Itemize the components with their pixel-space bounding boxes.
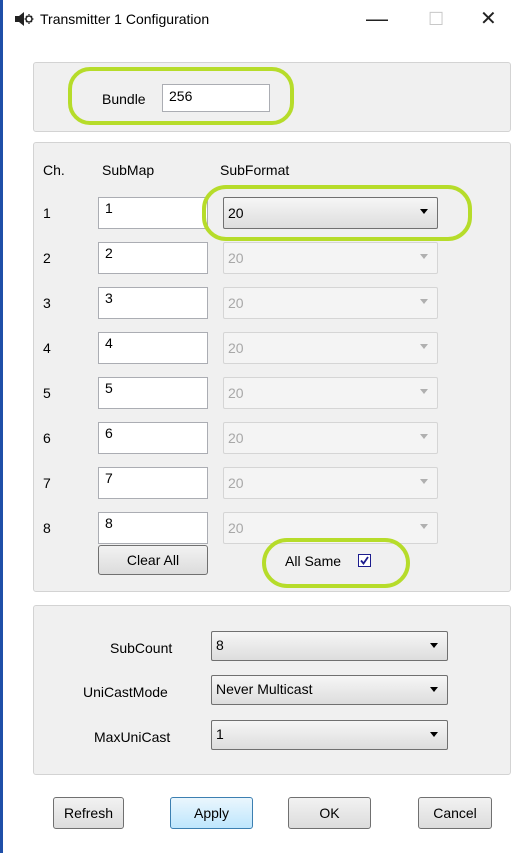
chevron-down-icon (420, 434, 428, 439)
channel-number: 8 (43, 520, 51, 536)
minimize-button[interactable]: — (366, 8, 388, 30)
channel-number: 4 (43, 340, 51, 356)
maximize-button[interactable]: ☐ (428, 8, 444, 30)
subformat-value: 20 (228, 520, 244, 536)
unicast-mode-label: UniCastMode (83, 684, 168, 700)
bundle-input[interactable]: 256 (162, 84, 270, 112)
max-unicast-label: MaxUniCast (94, 729, 171, 745)
subformat-combo[interactable]: 20 (223, 467, 438, 499)
ok-button[interactable]: OK (288, 797, 371, 829)
unicast-mode-combo[interactable]: Never Multicast (211, 675, 448, 705)
apply-button[interactable]: Apply (170, 797, 253, 829)
submap-input[interactable]: 6 (98, 422, 208, 454)
cancel-button[interactable]: Cancel (418, 797, 492, 829)
submap-input[interactable]: 2 (98, 242, 208, 274)
max-unicast-combo[interactable]: 1 (211, 720, 448, 750)
submap-input[interactable]: 8 (98, 512, 208, 544)
subformat-value: 20 (228, 385, 244, 401)
chevron-down-icon (420, 344, 428, 349)
bundle-label: Bundle (102, 91, 146, 107)
ch-header: Ch. (43, 162, 65, 178)
submap-header: SubMap (102, 162, 155, 178)
submap-input[interactable]: 5 (98, 377, 208, 409)
window-title: Transmitter 1 Configuration (40, 11, 210, 27)
channel-number: 3 (43, 295, 51, 311)
subformat-combo[interactable]: 20 (223, 197, 438, 229)
subformat-value: 20 (228, 295, 244, 311)
chevron-down-icon (420, 299, 428, 304)
channel-number: 7 (43, 475, 51, 491)
checkmark-icon (360, 556, 369, 565)
app-speaker-icon (14, 10, 34, 28)
max-unicast-value: 1 (216, 726, 224, 742)
submap-input[interactable]: 3 (98, 287, 208, 319)
subcount-combo[interactable]: 8 (211, 631, 448, 661)
submap-input[interactable]: 4 (98, 332, 208, 364)
submap-input[interactable]: 7 (98, 467, 208, 499)
subformat-combo[interactable]: 20 (223, 512, 438, 544)
subformat-combo[interactable]: 20 (223, 242, 438, 274)
clear-all-button[interactable]: Clear All (98, 545, 208, 575)
subcount-value: 8 (216, 637, 224, 653)
unicast-mode-value: Never Multicast (216, 681, 313, 697)
chevron-down-icon (420, 209, 428, 214)
all-same-checkbox[interactable] (358, 554, 371, 567)
chevron-down-icon (420, 479, 428, 484)
close-button[interactable]: ✕ (480, 8, 497, 30)
chevron-down-icon (430, 687, 438, 692)
subformat-value: 20 (228, 205, 244, 221)
chevron-down-icon (430, 643, 438, 648)
subformat-value: 20 (228, 430, 244, 446)
all-same-label: All Same (285, 553, 342, 569)
window-left-edge (0, 0, 3, 853)
channel-number: 5 (43, 385, 51, 401)
subformat-combo[interactable]: 20 (223, 287, 438, 319)
chevron-down-icon (420, 524, 428, 529)
subcount-label: SubCount (110, 640, 173, 656)
subformat-combo[interactable]: 20 (223, 332, 438, 364)
chevron-down-icon (420, 254, 428, 259)
channel-number: 6 (43, 430, 51, 446)
subformat-header: SubFormat (220, 162, 290, 178)
chevron-down-icon (420, 389, 428, 394)
subformat-value: 20 (228, 340, 244, 356)
chevron-down-icon (430, 732, 438, 737)
submap-input[interactable]: 1 (98, 197, 208, 229)
refresh-button[interactable]: Refresh (53, 797, 124, 829)
channel-number: 1 (43, 205, 51, 221)
channel-number: 2 (43, 250, 51, 266)
subformat-combo[interactable]: 20 (223, 377, 438, 409)
subformat-value: 20 (228, 250, 244, 266)
subformat-value: 20 (228, 475, 244, 491)
subformat-combo[interactable]: 20 (223, 422, 438, 454)
